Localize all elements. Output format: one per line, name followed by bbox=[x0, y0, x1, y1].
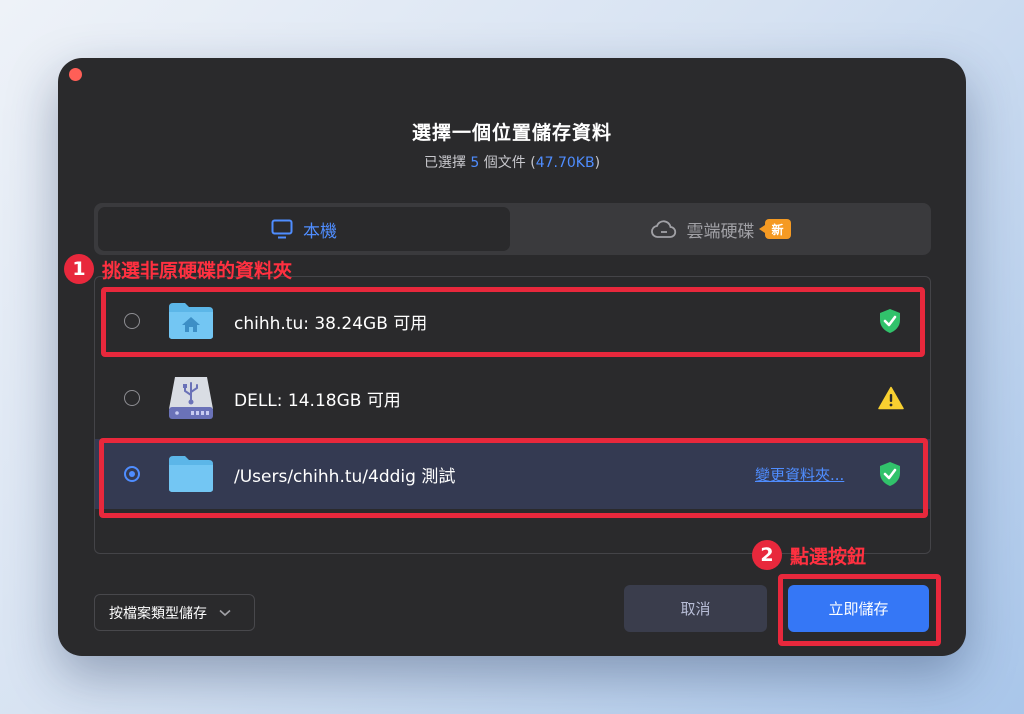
tab-local-label: 本機 bbox=[303, 221, 337, 242]
dialog-title: 選擇一個位置儲存資料 bbox=[411, 122, 612, 144]
new-badge: 新 bbox=[758, 219, 791, 239]
save-by-type-dropdown[interactable]: 按檔案類型儲存 bbox=[94, 594, 255, 631]
subtitle-prefix: 已選擇 bbox=[423, 155, 466, 171]
chevron-down-icon bbox=[219, 609, 231, 616]
step2-text: 點選按鈕 bbox=[790, 545, 867, 568]
cloud-icon bbox=[650, 220, 676, 238]
location-row-dell[interactable]: DELL: 14.18GB 可用 bbox=[95, 363, 930, 433]
radio-button[interactable] bbox=[124, 390, 140, 406]
file-size: 47.70KB bbox=[535, 155, 595, 171]
subtitle-mid: 個文件 bbox=[483, 155, 526, 171]
step1-number: 1 bbox=[64, 254, 94, 284]
usb-drive-icon bbox=[169, 377, 213, 419]
tab-local[interactable]: 本機 bbox=[98, 207, 510, 251]
highlight-box-save-button bbox=[778, 574, 941, 646]
close-window-button[interactable] bbox=[69, 68, 82, 81]
tab-cloud-drive[interactable]: 雲端硬碟 新 bbox=[514, 207, 927, 251]
save-by-type-label: 按檔案類型儲存 bbox=[109, 605, 207, 622]
step2-callout: 2 點選按鈕 bbox=[752, 540, 866, 570]
file-count: 5 bbox=[470, 155, 480, 171]
dialog-subtitle: 已選擇 5 個文件 (47.70KB) bbox=[58, 152, 966, 172]
file-size-wrap: (47.70KB) bbox=[530, 155, 601, 171]
tab-cloud-label: 雲端硬碟 bbox=[686, 221, 755, 242]
step1-text: 挑選非原硬碟的資料夾 bbox=[102, 259, 293, 282]
location-label: DELL: 14.18GB 可用 bbox=[234, 390, 401, 411]
cancel-button[interactable]: 取消 bbox=[624, 585, 767, 632]
location-tabs: 本機 雲端硬碟 新 bbox=[94, 203, 931, 255]
step2-number: 2 bbox=[752, 540, 782, 570]
yellow-warning-triangle-icon bbox=[878, 386, 904, 410]
highlight-box-home bbox=[101, 287, 925, 357]
monitor-icon bbox=[271, 219, 293, 239]
highlight-box-custom-folder bbox=[99, 438, 928, 518]
step1-callout: 1 挑選非原硬碟的資料夾 bbox=[64, 254, 292, 284]
